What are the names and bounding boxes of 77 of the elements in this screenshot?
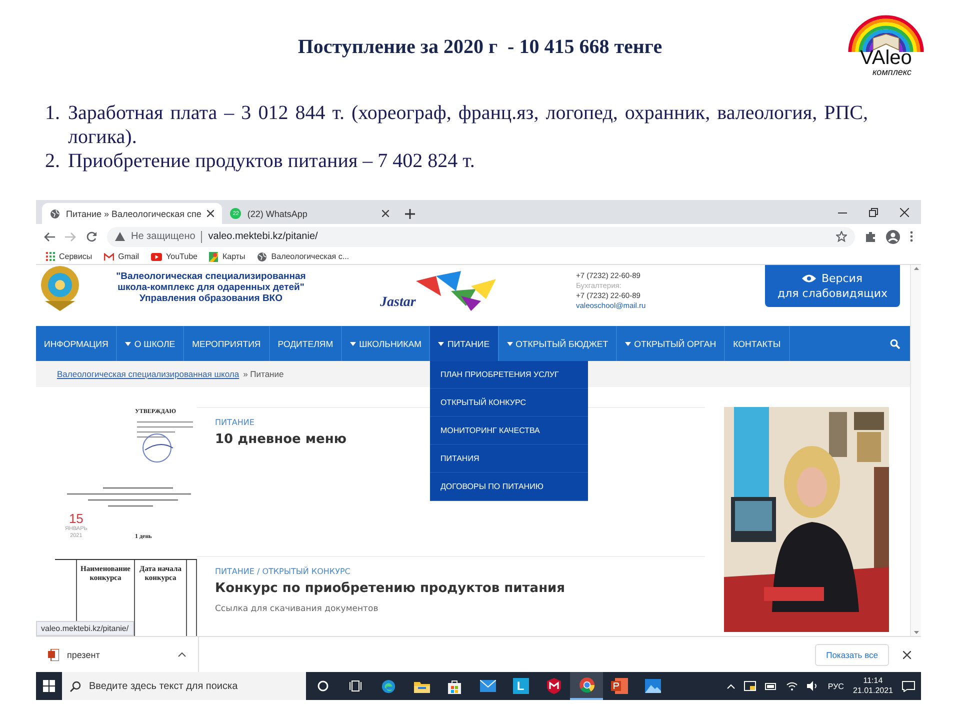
globe-icon xyxy=(50,208,60,218)
scroll-down-icon[interactable] xyxy=(914,631,918,634)
chevron-up-icon[interactable] xyxy=(178,652,186,657)
bookmark[interactable]: Валеологическая с... xyxy=(257,252,350,262)
logo-wordmark: VAleo xyxy=(860,48,912,68)
search-icon[interactable] xyxy=(890,338,900,348)
eye-icon xyxy=(802,274,816,283)
menu-icon[interactable] xyxy=(910,231,913,242)
breadcrumb-current: » Питание xyxy=(243,369,284,379)
breadcrumb-link[interactable]: Валеологическая специализированная школа xyxy=(57,369,240,379)
address-bar[interactable]: Не защищено valeo.mektebi.kz/pitanie/ xyxy=(107,226,855,246)
folder-icon xyxy=(414,680,430,692)
list-text: Приобретение продуктов питания – 7 402 824 т. xyxy=(68,149,475,173)
map-pin-icon xyxy=(209,252,218,262)
puzzle-icon[interactable] xyxy=(865,231,876,242)
globe-icon xyxy=(257,252,268,262)
apps-grid-icon xyxy=(46,252,55,261)
mail-letter-icon xyxy=(104,252,114,260)
school-name-line: "Валеологическая специализированная xyxy=(115,271,307,282)
back-arrow-icon[interactable] xyxy=(44,232,55,242)
notification-icon[interactable] xyxy=(902,680,915,692)
browser-tab[interactable]: Питание » Валеологическая спе xyxy=(42,203,222,224)
shield-icon xyxy=(546,678,560,694)
presentation-file-icon xyxy=(48,648,59,660)
chrome-icon xyxy=(578,677,594,693)
nav-item[interactable]: ПИТАНИЕ xyxy=(430,326,499,361)
slide-title: Поступление за 2020 г - 10 415 668 тенге xyxy=(298,36,662,59)
school-name-line: Управления образования ВКО xyxy=(138,293,284,304)
close-tab-icon[interactable] xyxy=(207,210,214,217)
post-excerpt: Ссылка для скачивания документов xyxy=(215,604,380,614)
profile-icon[interactable] xyxy=(886,230,900,244)
warning-icon xyxy=(115,232,125,241)
shopping-bag-icon xyxy=(447,678,462,694)
envelope-icon xyxy=(480,680,496,692)
letter-app-icon: L xyxy=(512,678,528,694)
list-text: Заработная плата – 3 012 844 т. (хореограф, франц.яз, логопед, охранник, валеология, РПС, логика). xyxy=(68,101,868,149)
close-tab-icon[interactable] xyxy=(382,210,390,217)
post-category[interactable]: ПИТАНИЕ / ОТКРЫТЫЙ КОНКУРС xyxy=(215,567,687,576)
presentation-icon xyxy=(611,678,628,694)
new-tab-icon[interactable] xyxy=(405,209,416,219)
windows-logo-icon[interactable] xyxy=(43,680,55,692)
bookmark[interactable]: Gmail xyxy=(104,252,140,261)
accessibility-version-button[interactable]: Версия для слабовидящих xyxy=(765,265,900,307)
scroll-up-icon[interactable] xyxy=(914,267,918,270)
list-number: 2. xyxy=(45,149,61,173)
event-logo-text: Jastar xyxy=(380,295,416,311)
close-icon[interactable] xyxy=(903,650,911,658)
taskbar-search-field[interactable]: Введите здесь текст для поиска xyxy=(62,672,306,700)
clock-date[interactable]: 21.01.2021 xyxy=(852,686,893,696)
date-day: 15 xyxy=(68,512,84,526)
logo-caption: комплекс xyxy=(872,67,912,77)
play-icon xyxy=(151,252,162,260)
clock-time[interactable]: 11:14 xyxy=(863,676,883,686)
close-icon[interactable] xyxy=(900,208,909,216)
status-url: valeo.mektebi.kz/pitanie/ xyxy=(36,621,134,636)
taskbar-app[interactable] xyxy=(570,672,603,700)
emblem-icon xyxy=(39,265,81,313)
bookmark[interactable]: Карты xyxy=(209,252,246,262)
edge-icon xyxy=(381,678,396,694)
post-title[interactable]: Конкурс по приобретению продуктов питания xyxy=(215,581,687,596)
star-icon[interactable] xyxy=(836,231,847,242)
volume-icon[interactable] xyxy=(806,681,819,691)
circle-icon xyxy=(316,680,328,692)
photo-icon xyxy=(644,679,660,693)
language-indicator[interactable]: РУС xyxy=(828,682,844,690)
reload-icon[interactable] xyxy=(86,231,97,242)
bookmark[interactable]: YouTube xyxy=(151,252,198,261)
school-name-line: школа-комплекс для одаренных детей" xyxy=(116,282,306,293)
scrollbar[interactable] xyxy=(910,265,921,636)
battery-icon[interactable] xyxy=(764,682,777,690)
restore-icon[interactable] xyxy=(869,208,878,216)
bookmark[interactable]: Сервисы xyxy=(46,252,92,261)
list-number: 1. xyxy=(45,101,61,126)
search-icon xyxy=(70,680,81,692)
show-all-button[interactable]: Показать все xyxy=(815,644,889,666)
task-view-icon xyxy=(349,680,362,692)
wifi-icon[interactable] xyxy=(786,681,798,691)
